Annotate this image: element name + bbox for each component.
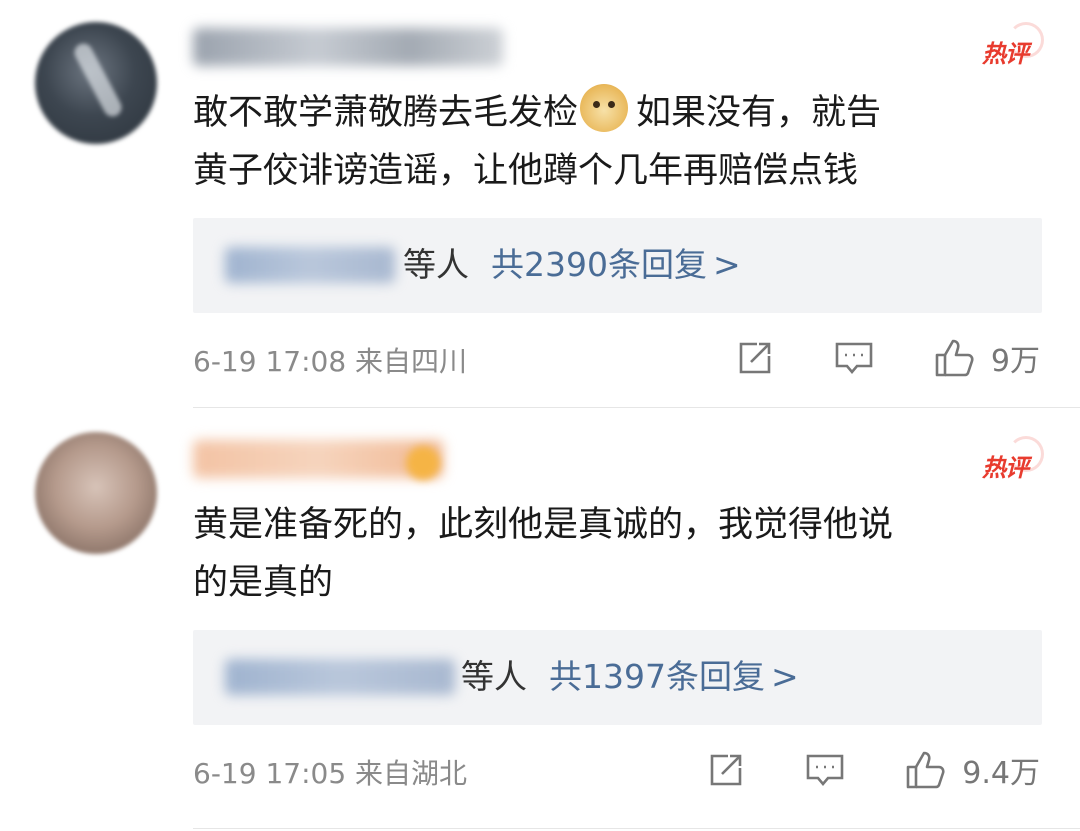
reply-usernames-blurred <box>225 659 455 695</box>
comment-button[interactable] <box>833 338 875 378</box>
chevron-right-icon: > <box>770 657 799 696</box>
like-icon <box>906 751 945 789</box>
comment-text-line: 如果没有，就告 <box>636 93 882 133</box>
reply-summary[interactable]: 等人 共2390条回复 > <box>193 218 1042 313</box>
comment-item: 热评 敢不敢学萧敬腾去毛发检 如果没有，就告 黄子佼诽谤造谣，让他蹲个几年再赔偿点… <box>0 0 1080 408</box>
chevron-right-icon: > <box>712 245 741 284</box>
comment-meta: 6-19 17:08 来自四川 <box>193 345 468 378</box>
share-button[interactable] <box>735 338 775 378</box>
comment-text: 敢不敢学萧敬腾去毛发检 如果没有，就告 黄子佼诽谤造谣，让他蹲个几年再赔偿点钱 <box>193 84 1038 200</box>
username-blurred[interactable] <box>193 28 503 66</box>
comment-icon <box>835 342 873 375</box>
reply-count-link[interactable]: 共1397条回复 > <box>549 657 799 696</box>
vip-badge-icon <box>406 446 440 480</box>
share-icon <box>710 754 742 786</box>
avatar[interactable] <box>35 22 157 144</box>
comment-actions: 9.4万 <box>648 748 1040 792</box>
hot-comment-badge: 热评 <box>982 22 1044 69</box>
like-count: 9万 <box>990 344 1040 379</box>
reply-usernames-blurred <box>225 247 395 283</box>
comment-icon <box>806 754 844 787</box>
share-button[interactable] <box>706 750 746 790</box>
reply-suffix: 等人 <box>461 657 527 696</box>
like-button[interactable]: 9.4万 <box>904 748 1040 792</box>
comment-text-line: 的是真的 <box>193 563 334 603</box>
reply-suffix: 等人 <box>403 245 469 284</box>
comment-text-line: 黄子佼诽谤造谣，让他蹲个几年再赔偿点钱 <box>193 151 859 191</box>
divider <box>193 828 1080 829</box>
comment-item: 热评 黄是准备死的，此刻他是真诚的，我觉得他说 的是真的 等人 共1397条回复 >… <box>0 408 1080 831</box>
avatar[interactable] <box>35 432 157 554</box>
comment-meta: 6-19 17:05 来自湖北 <box>193 757 468 790</box>
doge-emoji-icon <box>580 84 629 132</box>
comment-text-line: 黄是准备死的，此刻他是真诚的，我觉得他说 <box>193 505 894 545</box>
hot-comment-badge: 热评 <box>982 436 1044 483</box>
reply-count-link[interactable]: 共2390条回复 > <box>491 245 741 284</box>
like-icon <box>935 339 974 377</box>
like-count: 9.4万 <box>962 756 1040 791</box>
comment-button[interactable] <box>804 750 846 790</box>
comment-actions: 9万 <box>677 336 1040 380</box>
comment-text: 黄是准备死的，此刻他是真诚的，我觉得他说 的是真的 <box>193 496 1038 612</box>
comment-text-line: 敢不敢学萧敬腾去毛发检 <box>193 93 579 133</box>
reply-summary[interactable]: 等人 共1397条回复 > <box>193 630 1042 725</box>
like-button[interactable]: 9万 <box>933 336 1040 380</box>
share-icon <box>739 342 771 374</box>
